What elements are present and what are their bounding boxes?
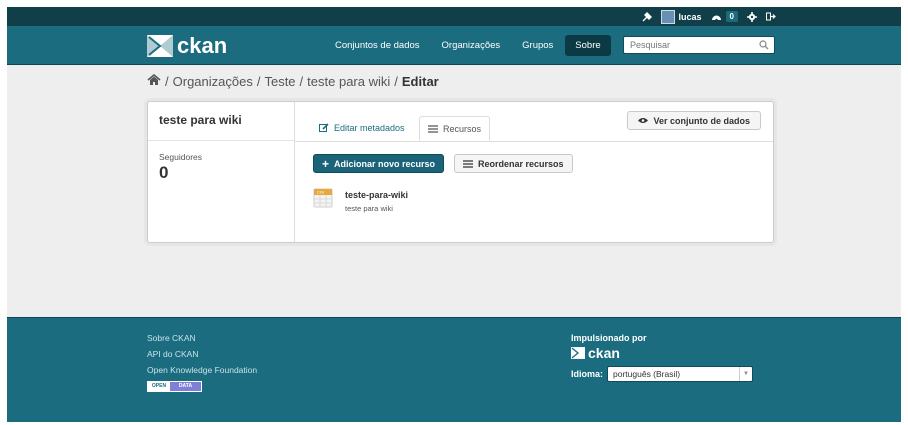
breadcrumb-dataset[interactable]: teste para wiki <box>307 74 390 89</box>
footer-logo-text: ckan <box>588 345 620 361</box>
nav-organizations[interactable]: Organizações <box>432 35 511 56</box>
language-value: português (Brasil) <box>613 369 681 379</box>
reorder-resources-label: Reordenar recursos <box>478 158 564 169</box>
page-frame: lucas 0 ckan Conjuntos de dados Organiza… <box>7 7 901 422</box>
footer-ckan-logo[interactable]: ckan <box>571 345 753 361</box>
followers-count: 0 <box>159 163 169 182</box>
dataset-title: teste para wiki <box>159 113 242 127</box>
nav-datasets[interactable]: Conjuntos de dados <box>325 35 430 56</box>
masthead: ckan Conjuntos de dados Organizações Gru… <box>7 26 901 65</box>
list-icon <box>428 124 438 133</box>
edit-icon <box>319 123 329 132</box>
csv-format-label: CSV <box>317 191 325 195</box>
tab-edit-metadata-label: Editar metadados <box>334 123 405 133</box>
powered-by: Impulsionado por ckan Idioma: português … <box>571 333 754 382</box>
footer-links: Sobre CKAN API do CKAN Open Knowledge Fo… <box>147 333 257 392</box>
tab-resources[interactable]: Recursos <box>419 116 491 141</box>
tab-edit-metadata[interactable]: Editar metadados <box>311 116 413 140</box>
powered-by-label: Impulsionado por <box>571 333 647 343</box>
site-search <box>623 36 775 54</box>
language-form: Idioma: português (Brasil) ▼ <box>571 366 754 382</box>
add-resource-label: Adicionar novo recurso <box>334 158 436 169</box>
dataset-sidebar: teste para wiki Seguidores 0 <box>148 102 295 242</box>
resource-item[interactable]: CSV teste-para-wiki teste para wiki <box>313 188 408 213</box>
footer-link-api[interactable]: API do CKAN <box>147 349 257 359</box>
settings-icon[interactable] <box>747 11 757 22</box>
main-panel: Editar metadados Recursos Ver conjunto d… <box>295 102 773 242</box>
logo-text: ckan <box>177 33 228 58</box>
breadcrumb-organizations[interactable]: Organizações <box>173 74 253 89</box>
dashboard-link[interactable]: 0 <box>711 11 738 22</box>
main-nav: Conjuntos de dados Organizações Grupos S… <box>325 26 613 64</box>
dashboard-icon <box>711 15 721 21</box>
breadcrumb-current[interactable]: Editar <box>402 74 439 89</box>
dashboard-count-badge: 0 <box>725 11 738 22</box>
account-masthead: lucas 0 <box>7 7 901 26</box>
search-icon[interactable] <box>759 40 769 53</box>
chevron-down-icon: ▼ <box>739 367 752 381</box>
divider <box>148 140 294 141</box>
footer-link-about[interactable]: Sobre CKAN <box>147 333 257 343</box>
site-footer: Sobre CKAN API do CKAN Open Knowledge Fo… <box>7 317 901 422</box>
open-data-badge[interactable]: OPEN DATA <box>147 381 202 392</box>
breadcrumb: / Organizações / Teste / teste para wiki… <box>147 73 439 89</box>
view-dataset-button[interactable]: Ver conjunto de dados <box>627 111 761 130</box>
eye-icon <box>638 118 649 123</box>
language-select[interactable]: português (Brasil) ▼ <box>607 366 754 382</box>
open-data-badge-open: OPEN <box>148 382 170 391</box>
reorder-resources-button[interactable]: Reordenar recursos <box>454 154 573 173</box>
avatar <box>660 9 675 24</box>
plus-icon: + <box>322 156 330 171</box>
nav-about[interactable]: Sobre <box>565 34 611 56</box>
page-tabs: Editar metadados Recursos Ver conjunto d… <box>295 102 773 142</box>
breadcrumb-separator: / <box>299 74 304 89</box>
search-input[interactable] <box>624 37 760 53</box>
ckan-logo-icon <box>147 35 173 57</box>
nav-groups[interactable]: Grupos <box>512 35 563 56</box>
ckan-logo-icon <box>571 347 585 359</box>
resource-title[interactable]: teste-para-wiki <box>345 190 408 200</box>
logout-icon[interactable] <box>766 12 776 21</box>
add-resource-button[interactable]: + Adicionar novo recurso <box>313 154 445 173</box>
tab-resources-label: Recursos <box>443 123 482 134</box>
home-icon[interactable] <box>147 73 161 89</box>
footer-link-okfn[interactable]: Open Knowledge Foundation <box>147 365 257 375</box>
followers-label: Seguidores <box>159 152 203 162</box>
ckan-logo[interactable]: ckan <box>147 33 227 59</box>
breadcrumb-org[interactable]: Teste <box>264 74 295 89</box>
user-name: lucas <box>678 11 702 22</box>
breadcrumb-separator: / <box>165 74 169 89</box>
content-wrapper: teste para wiki Seguidores 0 Editar meta… <box>147 101 774 243</box>
resource-description: teste para wiki <box>345 204 393 213</box>
csv-file-icon: CSV <box>313 188 333 208</box>
breadcrumb-separator: / <box>256 74 261 89</box>
user-link[interactable]: lucas <box>660 9 702 24</box>
breadcrumb-separator: / <box>394 74 398 89</box>
admin-icon[interactable] <box>642 11 652 22</box>
list-icon <box>463 159 473 168</box>
view-dataset-label: Ver conjunto de dados <box>653 115 750 126</box>
open-data-badge-data: DATA <box>170 382 201 391</box>
language-label: Idioma: <box>571 369 604 379</box>
